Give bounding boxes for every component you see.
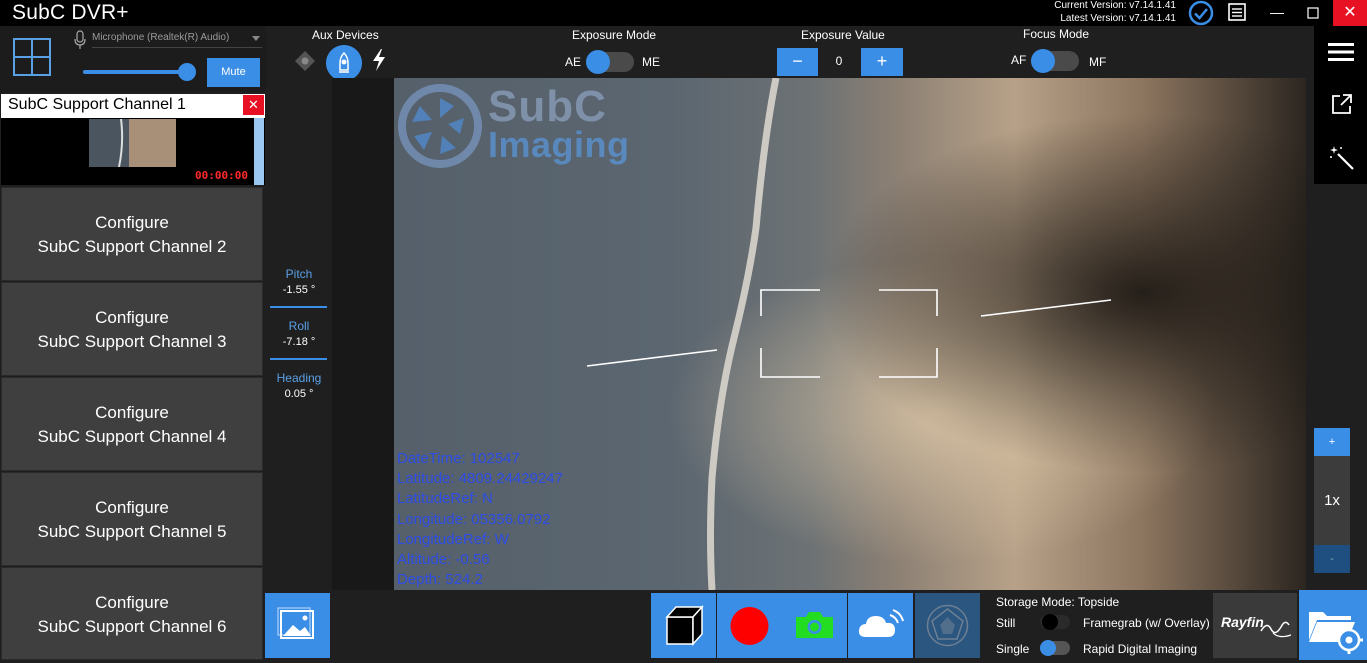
overlay-altitude: Altitude: -0.56 [397,551,490,568]
rapid-digital-imaging-label: Rapid Digital Imaging [1083,642,1198,656]
configure-channel-5-button[interactable]: Configure SubC Support Channel 5 [1,472,263,566]
toggle-knob [1040,640,1056,656]
up-to-date-check-icon[interactable] [1188,0,1214,26]
channel-1-close-button[interactable]: ✕ [243,95,264,115]
subc-aperture-logo [398,84,482,168]
channel-name: SubC Support Channel 5 [37,522,227,541]
focus-af-label: AF [1011,53,1027,67]
zoom-level: 1x [1324,492,1340,509]
record-button[interactable] [717,593,782,658]
minimize-button[interactable]: — [1260,0,1294,26]
3d-capture-cube-button[interactable] [651,593,716,658]
exposure-mode-label: Exposure Mode [572,28,657,42]
storage-mode-label: Storage Mode: Topside [996,595,1120,609]
divider [270,306,327,308]
configure-channel-2-button[interactable]: Configure SubC Support Channel 2 [1,187,263,281]
configure-channel-6-button[interactable]: Configure SubC Support Channel 6 [1,567,263,660]
rayfin-brand-text: Rayfin [1221,614,1264,630]
current-version: Current Version: v7.14.1.41 [1054,0,1176,11]
focus-mode-label: Focus Mode [1023,27,1090,41]
radar-overlay-button[interactable] [915,593,980,658]
overlay-latitude: Latitude: 4809.24429247 [397,470,563,487]
popout-window-icon[interactable] [1330,92,1354,116]
zoom-in-button[interactable]: + [1314,428,1350,456]
configure-label: Configure [95,498,169,517]
volume-slider-thumb[interactable] [178,63,196,81]
toggle-knob [1031,49,1055,73]
exposure-decrease-button[interactable]: − [777,48,818,76]
configure-label: Configure [95,403,169,422]
cloud-upload-button[interactable] [848,593,913,658]
overlay-longitude: Longitude: 05356.0792 [397,511,551,528]
still-capture-camera-button[interactable] [782,593,847,658]
channel-1-title[interactable]: SubC Support Channel 1 [8,96,186,114]
latest-version: Latest Version: v7.14.1.41 [1060,12,1176,24]
still-label: Still [996,616,1016,630]
heading-label: Heading [276,371,322,385]
maximize-button[interactable] [1296,0,1330,26]
exposure-value-readout: 0 [835,54,843,68]
channel-name: SubC Support Channel 6 [37,617,227,636]
pitch-value: -1.55 ° [282,284,316,296]
sensor-panel-gap [332,78,394,590]
exposure-mode-toggle[interactable] [586,50,634,74]
close-window-button[interactable]: ✕ [1333,0,1367,26]
configure-label: Configure [95,213,169,232]
framegrab-label: Framegrab (w/ Overlay) [1083,616,1210,630]
overlay-longitude-ref: LongitudeRef: W [397,531,509,548]
exposure-increase-button[interactable]: + [861,48,903,76]
configure-label: Configure [95,593,169,612]
exposure-ae-label: AE [565,55,582,69]
channel-1-thumbnail [89,119,176,167]
logo-text-imaging: Imaging [488,124,630,165]
focus-mf-label: MF [1089,55,1107,69]
microphone-icon [74,30,86,49]
aux-device-diamond-icon[interactable] [294,50,316,72]
toggle-knob [1042,614,1058,630]
single-rdi-toggle[interactable] [1040,640,1070,656]
pitch-label: Pitch [285,267,313,281]
magic-wand-icon[interactable] [1329,145,1355,171]
exposure-value-label: Exposure Value [801,28,885,42]
toggle-knob [586,50,610,74]
channel-name: SubC Support Channel 2 [37,237,227,256]
roll-label: Roll [288,319,310,333]
folder-settings-button[interactable] [1299,590,1367,660]
gallery-button[interactable] [265,593,330,658]
sensor-panel [266,78,332,590]
overlay-depth: Depth: 524.2 [397,571,483,588]
heading-value: 0.05 ° [284,388,314,400]
volume-slider-track[interactable] [83,70,189,74]
aux-light-button[interactable] [326,45,362,81]
channel-name: SubC Support Channel 3 [37,332,227,351]
lightning-bolt-icon[interactable] [370,48,388,72]
exposure-me-label: ME [642,55,660,69]
layout-grid-icon[interactable] [13,38,51,76]
channel-name: SubC Support Channel 4 [37,427,227,446]
app-title: SubC DVR+ [12,1,129,24]
roll-value: -7.18 ° [282,336,316,348]
release-notes-icon[interactable] [1226,1,1248,23]
overlay-latitude-ref: LatitudeRef: N [397,490,493,507]
mute-button[interactable]: Mute [207,58,260,87]
single-label: Single [996,642,1030,656]
aux-devices-label: Aux Devices [312,28,379,42]
focus-mode-toggle[interactable] [1031,49,1079,73]
still-framegrab-toggle[interactable] [1040,614,1070,630]
configure-channel-3-button[interactable]: Configure SubC Support Channel 3 [1,282,263,376]
microphone-select-value: Microphone (Realtek(R) Audio) [92,32,230,43]
microphone-select[interactable]: Microphone (Realtek(R) Audio) [92,30,262,48]
chevron-down-icon [252,36,260,41]
configure-label: Configure [95,308,169,327]
version-info: Current Version: v7.14.1.41 Latest Versi… [1040,0,1176,25]
zoom-out-button[interactable]: - [1314,545,1350,573]
menu-hamburger-icon[interactable] [1328,41,1354,63]
configure-channel-4-button[interactable]: Configure SubC Support Channel 4 [1,377,263,471]
overlay-datetime: DateTime: 102547 [397,450,520,467]
channel-list-scrollbar[interactable] [254,118,264,185]
divider [270,358,327,360]
channel-1-recording-timer: 00:00:00 [195,169,248,182]
